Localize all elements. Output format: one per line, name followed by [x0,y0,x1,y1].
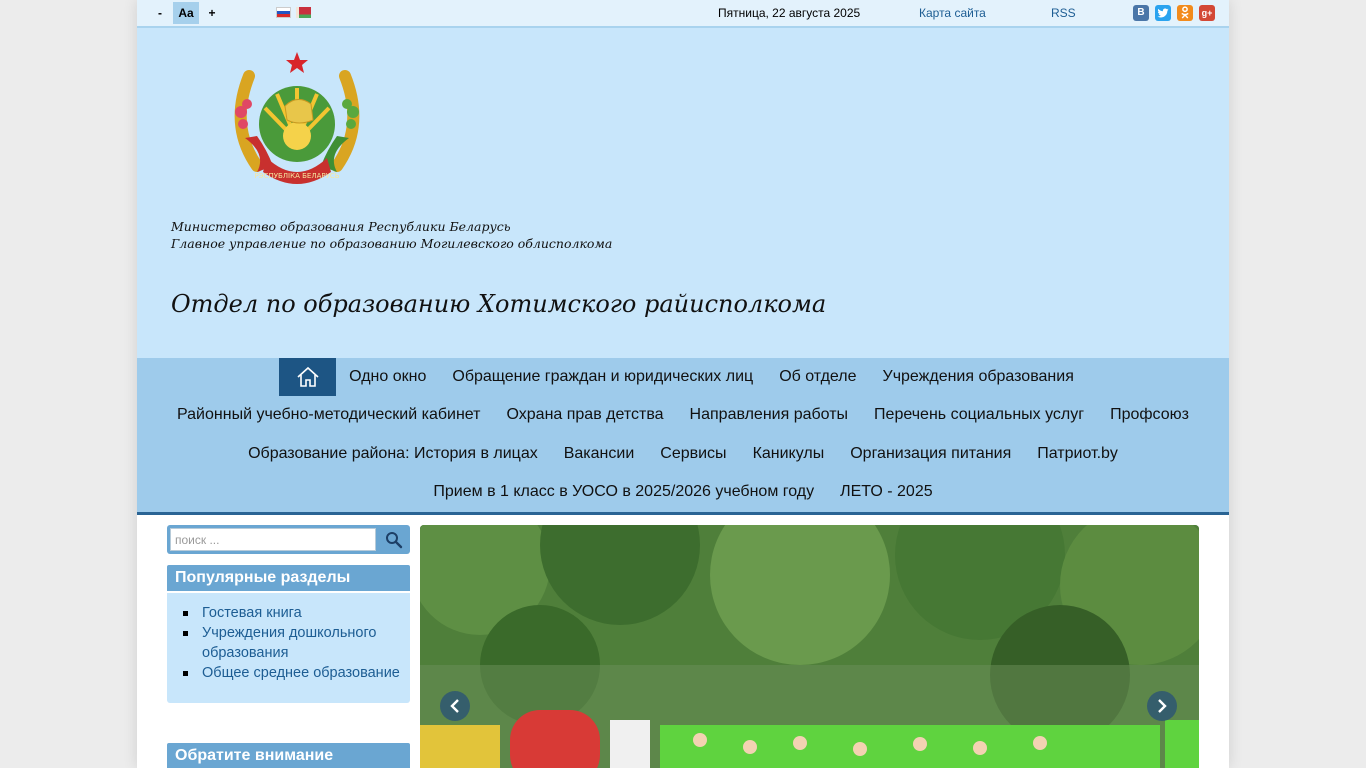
nav-item-child-rights[interactable]: Охрана прав детства [494,396,677,434]
google-plus-icon[interactable]: g+ [1199,5,1215,21]
font-decrease-button[interactable]: - [153,2,167,24]
nav-item-institutions[interactable]: Учреждения образования [870,358,1087,396]
nav-item-first-grade-admission[interactable]: Прием в 1 класс в УОСО в 2025/2026 учебн… [420,473,827,511]
nav-item-one-window[interactable]: Одно окно [336,358,439,396]
secondary-education-link[interactable]: Общее среднее образование [202,665,400,681]
top-utility-bar: - Aa + Пятница, 22 августа 2025 Карта са… [137,0,1229,28]
nav-item-catering[interactable]: Организация питания [837,435,1024,473]
nav-item-work-directions[interactable]: Направления работы [677,396,862,434]
attention-module: Обратите внимание [167,743,410,768]
guestbook-link[interactable]: Гостевая книга [202,605,302,621]
nav-item-holidays[interactable]: Каникулы [740,435,838,473]
image-slider[interactable] [420,525,1199,768]
vk-icon[interactable]: B [1133,5,1149,21]
ministry-line-1: Министерство образования Республики Бела… [171,219,511,234]
nav-item-vacancies[interactable]: Вакансии [551,435,648,473]
russian-flag-icon[interactable] [276,7,291,18]
list-item: Учреждения дошкольного образования [182,623,400,663]
emblem-ribbon-text: РЭСПУБЛІКА БЕЛАРУСЬ [254,172,339,180]
font-increase-button[interactable]: + [205,2,219,24]
page: - Aa + Пятница, 22 августа 2025 Карта са… [137,0,1229,768]
chevron-left-icon [450,699,459,713]
ministry-line-2: Главное управление по образованию Могиле… [171,236,613,251]
nav-item-patriot[interactable]: Патриот.by [1024,435,1131,473]
nav-row-4: Прием в 1 класс в УОСО в 2025/2026 учебн… [137,473,1229,511]
search-input[interactable] [170,528,376,551]
nav-row-3: Образование района: История в лицах Вака… [137,435,1229,473]
nav-row-2: Районный учебно-методический кабинет Охр… [137,396,1229,434]
nav-row-1: Одно окно Обращение граждан и юридически… [137,358,1229,396]
list-item: Общее среднее образование [182,663,400,683]
sitemap-link[interactable]: Карта сайта [919,0,986,26]
nav-item-citizen-appeals[interactable]: Обращение граждан и юридических лиц [439,358,766,396]
slider-prev-button[interactable] [440,691,470,721]
popular-sections-list: Гостевая книга Учреждения дошкольного об… [182,603,400,683]
search-icon [385,531,402,548]
nav-item-trade-union[interactable]: Профсоюз [1097,396,1202,434]
ministry-text: Министерство образования Республики Бела… [171,218,612,252]
popular-sections-body: Гостевая книга Учреждения дошкольного об… [167,591,410,703]
slider-next-button[interactable] [1147,691,1177,721]
attention-title: Обратите внимание [167,743,410,768]
department-title: Отдел по образованию Хотимского райиспол… [171,290,827,318]
preschool-link[interactable]: Учреждения дошкольного образования [202,625,376,661]
belarus-flag-icon[interactable] [296,7,311,18]
home-icon [297,366,319,387]
main-navigation: Одно окно Обращение граждан и юридически… [137,358,1229,515]
site-header: РЭСПУБЛІКА БЕЛАРУСЬ Министерство образов… [137,28,1229,358]
nav-item-methodical-office[interactable]: Районный учебно-методический кабинет [164,396,493,434]
popular-sections-title: Популярные разделы [167,565,410,591]
search-button[interactable] [380,528,407,551]
nav-item-summer[interactable]: ЛЕТО - 2025 [827,473,945,511]
nav-item-social-services[interactable]: Перечень социальных услуг [861,396,1097,434]
nav-item-education-history[interactable]: Образование района: История в лицах [235,435,551,473]
chevron-right-icon [1158,699,1167,713]
search-box [167,525,410,554]
twitter-icon[interactable] [1155,5,1171,21]
nav-item-services[interactable]: Сервисы [647,435,739,473]
current-date: Пятница, 22 августа 2025 [718,6,861,20]
belarus-coat-of-arms-icon[interactable]: РЭСПУБЛІКА БЕЛАРУСЬ [227,46,367,186]
font-normal-button[interactable]: Aa [173,2,199,24]
popular-sections-module: Популярные разделы Гостевая книга Учрежд… [167,565,410,703]
list-item: Гостевая книга [182,603,400,623]
nav-item-about-department[interactable]: Об отделе [766,358,869,396]
odnoklassniki-icon[interactable] [1177,5,1193,21]
rss-link[interactable]: RSS [1051,0,1076,26]
home-button[interactable] [279,358,337,396]
slide-photo [420,525,1199,768]
